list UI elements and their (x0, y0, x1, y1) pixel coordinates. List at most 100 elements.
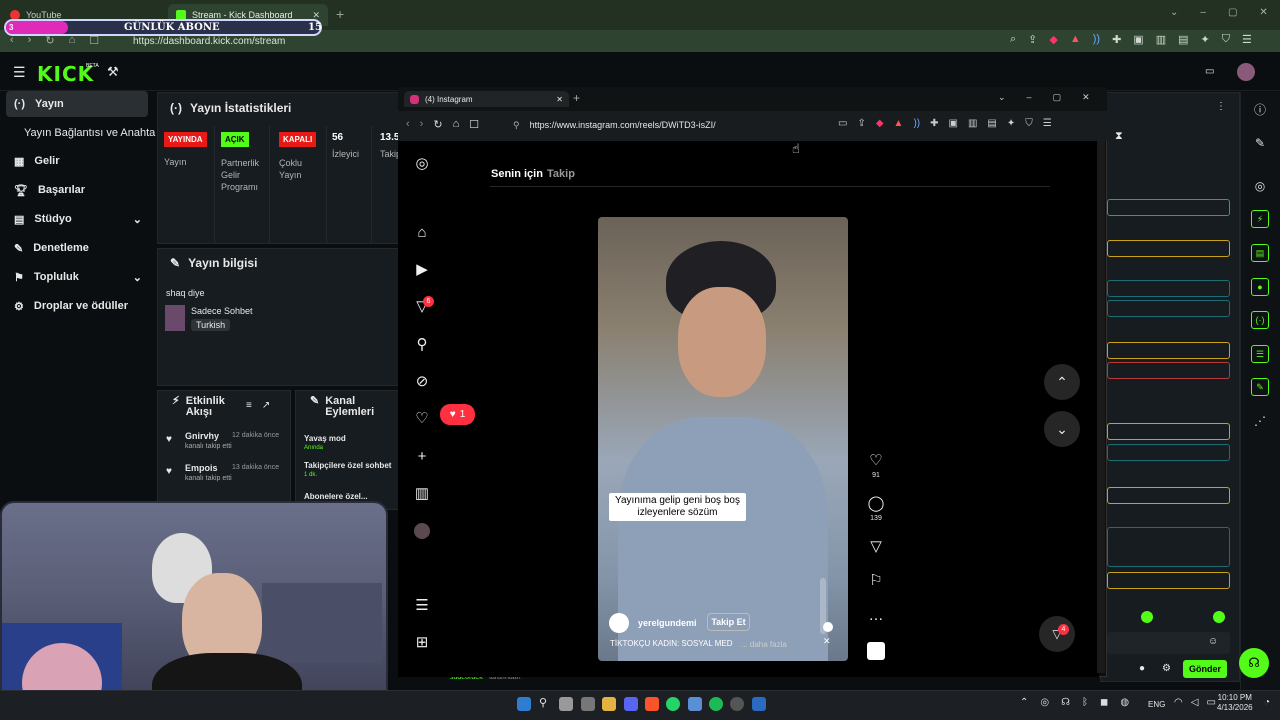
sidebar-item-topluluk[interactable]: ⚑ Topluluk ⌄ (6, 264, 148, 290)
more-icon[interactable]: … (867, 606, 885, 624)
media-icon[interactable]: ▣ (1133, 33, 1143, 46)
settings-icon[interactable]: ⚙ (1162, 663, 1171, 674)
headset-icon[interactable]: ☊ (1061, 697, 1070, 708)
sidebar-item-basarilar[interactable]: 🏆︎ Başarılar (6, 177, 148, 203)
zoom-icon[interactable]: ⌕ (1010, 33, 1016, 46)
info-icon[interactable]: ⓘ (1251, 100, 1269, 118)
tab-search-icon[interactable]: ⌄ (1170, 7, 1178, 18)
sidebar-item-stream-key[interactable]: Yayın Bağlantısı ve Anahtarı (6, 120, 156, 146)
clipboard-icon[interactable]: ▤ (1251, 244, 1269, 262)
task-view-icon[interactable] (559, 697, 573, 711)
tab-for-you[interactable]: Senin için (491, 168, 543, 180)
wifi-icon[interactable]: ◠ (1174, 697, 1183, 708)
like-icon[interactable]: ♡ (867, 451, 885, 469)
menu-icon[interactable]: ☰ (1242, 33, 1252, 46)
whatsapp-icon[interactable] (666, 697, 680, 711)
instagram-tab[interactable]: (4) Instagram ✕ (404, 91, 569, 107)
spotify-icon[interactable] (709, 697, 723, 711)
hourglass-icon[interactable]: ⧗ (1115, 130, 1123, 143)
brave-rewards-icon[interactable]: ▲ (894, 118, 904, 129)
more-menu-icon[interactable]: ☰ (413, 596, 431, 614)
target-icon[interactable]: ◎ (1251, 177, 1269, 195)
reel-username[interactable]: yerelgundemi (638, 618, 697, 628)
discord-icon[interactable] (624, 697, 638, 711)
brave-shield-icon[interactable]: ◆ (876, 118, 884, 129)
close-tab-icon[interactable]: ✕ (556, 95, 563, 104)
account-avatar[interactable] (609, 613, 629, 633)
forward-icon[interactable]: › (420, 118, 424, 131)
brave-shield-icon[interactable]: ◆ (1049, 33, 1057, 46)
help-headset-button[interactable]: ☊ (1239, 648, 1269, 678)
tab-search-icon[interactable]: ⌄ (998, 92, 1006, 103)
maximize-icon[interactable]: ▢ (1053, 92, 1062, 103)
steam-tray-icon[interactable]: ◍ (1120, 697, 1129, 708)
follow-button[interactable]: Takip Et (707, 613, 750, 631)
close-window-icon[interactable]: ✕ (1082, 92, 1090, 103)
messages-button[interactable]: ▽ (1039, 616, 1075, 652)
previous-reel-button[interactable]: ⌃ (1044, 364, 1080, 400)
photos-icon[interactable] (688, 697, 702, 711)
share-icon[interactable]: ⇪ (857, 118, 865, 129)
category-name[interactable]: Sadece Sohbet (191, 306, 253, 316)
followers-only-label[interactable]: Takipçilere özel sohbet (304, 461, 398, 470)
media-icon[interactable]: ▣ (949, 118, 958, 129)
sidebar-item-droplar[interactable]: ⚙ Droplar ve ödüller (6, 293, 148, 319)
site-info-icon[interactable]: ⚲ (513, 120, 520, 131)
reload-icon[interactable]: ↻ (433, 118, 442, 131)
tab-following[interactable]: Takip (547, 168, 575, 180)
home-icon[interactable]: ⌂ (453, 118, 460, 131)
search-icon[interactable]: ⚲ (413, 335, 431, 353)
close-window-icon[interactable]: ✕ (1259, 7, 1267, 18)
wallet-icon[interactable]: ▤ (1178, 33, 1188, 46)
windows-start-icon[interactable] (517, 697, 531, 711)
leo-icon[interactable]: ✦ (1007, 118, 1015, 129)
notifications-icon[interactable]: ◔ (1264, 697, 1270, 708)
language-indicator[interactable]: ENG (1148, 700, 1165, 709)
sidebar-icon[interactable]: ▥ (968, 118, 977, 129)
clock[interactable]: 10:10 PM 4/13/2026 (1217, 693, 1253, 713)
save-icon[interactable]: ⚐ (867, 571, 885, 589)
minimize-icon[interactable]: – (1200, 7, 1206, 18)
sidebar-item-gelir[interactable]: ▦ Gelir (6, 148, 148, 174)
share-icon[interactable]: ▽ (867, 537, 885, 555)
steam-icon[interactable] (752, 697, 766, 711)
reels-icon[interactable]: ▶ (413, 260, 431, 278)
minimize-icon[interactable]: – (1027, 92, 1032, 103)
slow-mode-label[interactable]: Yavaş mod (304, 434, 346, 443)
sidebar-item-studyo[interactable]: ▤ Stüdyo ⌄ (6, 206, 148, 232)
extensions-icon[interactable]: ✚ (930, 118, 938, 129)
maximize-icon[interactable]: ▢ (1228, 7, 1237, 18)
shield-icon[interactable]: ⛉ (1222, 33, 1230, 46)
sidebar-icon[interactable]: ▥ (1156, 33, 1166, 46)
mute-icon[interactable]: ✕ (823, 636, 831, 647)
explore-icon[interactable]: ⊘ (413, 372, 431, 390)
settings-app-icon[interactable] (581, 697, 595, 711)
popout-icon[interactable]: ↗ (262, 400, 270, 411)
home-icon[interactable]: ⌂ (413, 223, 431, 241)
subscribers-only-label[interactable]: Abonelere özel... (304, 492, 368, 501)
audio-thumbnail[interactable] (867, 642, 885, 660)
new-tab-button[interactable]: + (573, 91, 580, 105)
vpn-icon[interactable]: )) (1093, 33, 1100, 46)
comment-icon[interactable]: ◯ (867, 494, 885, 512)
volume-icon[interactable]: ◁ (1191, 697, 1199, 708)
brave-rewards-icon[interactable]: ▲ (1070, 33, 1081, 46)
emoji-icon[interactable]: ☺ (1208, 636, 1218, 647)
menu-icon[interactable]: ☰ (1043, 118, 1052, 129)
next-reel-button[interactable]: ⌄ (1044, 411, 1080, 447)
chat-icon[interactable]: ● (1251, 278, 1269, 296)
obs-icon[interactable] (730, 697, 744, 711)
shield-icon[interactable]: ⛉ (1025, 118, 1033, 129)
send-button[interactable]: Gönder (1183, 660, 1227, 678)
leo-icon[interactable]: ✦ (1201, 33, 1210, 46)
chevron-up-icon[interactable]: ⌃ (1020, 697, 1028, 708)
instagram-logo-icon[interactable]: ◎ (413, 154, 431, 172)
bluetooth-icon[interactable]: ᛒ (1082, 697, 1088, 708)
volume-knob[interactable] (823, 622, 833, 632)
profile-avatar[interactable] (414, 523, 430, 539)
wrench-icon[interactable]: ✎ (1251, 378, 1269, 396)
new-tab-button[interactable]: + (336, 6, 344, 22)
extensions-icon[interactable]: ✚ (1112, 33, 1121, 46)
brave-icon[interactable] (645, 697, 659, 711)
layers-icon[interactable]: ☰ (1251, 345, 1269, 363)
